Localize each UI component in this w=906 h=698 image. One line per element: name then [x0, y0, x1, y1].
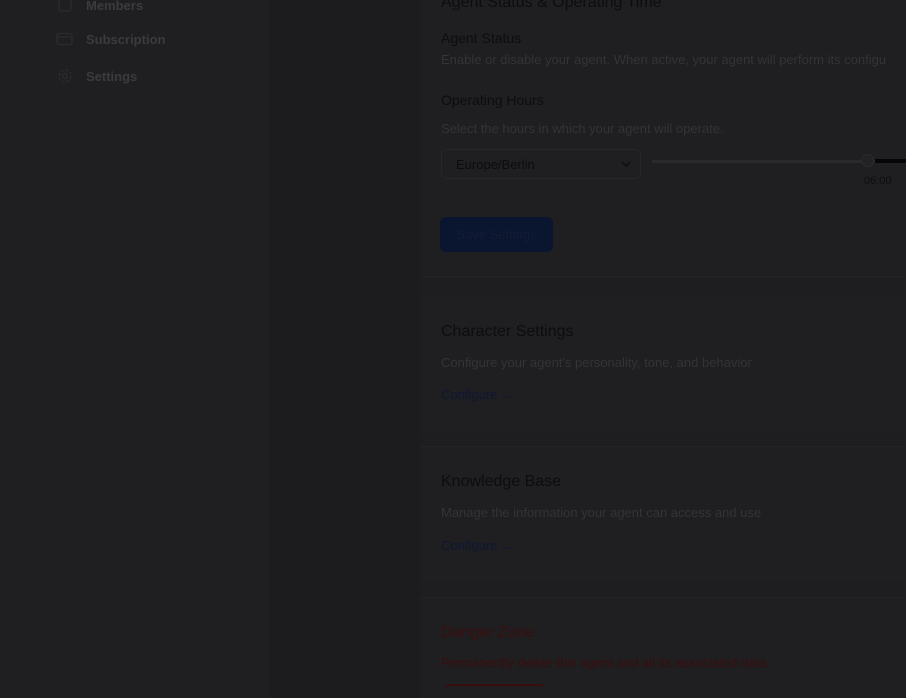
app-viewport: Members Subscription Settings Agent Stat…: [0, 0, 906, 698]
operating-hours-slider-thumb[interactable]: [861, 154, 874, 167]
members-icon: [56, 0, 73, 14]
character-section-description: Configure your agent's personality, tone…: [441, 355, 752, 370]
sidebar: Members Subscription Settings: [0, 0, 271, 698]
danger-section-description: Permanently delete this agent and all it…: [441, 655, 770, 670]
danger-card: [420, 598, 906, 698]
slider-value-label: 06:00: [864, 175, 892, 187]
sidebar-item-label: Subscription: [86, 31, 166, 47]
status-section-title: Agent Status & Operating Time: [441, 0, 662, 11]
sidebar-item-label: Members: [86, 0, 144, 13]
operating-hours-description: Select the hours in which your agent wil…: [441, 121, 724, 136]
delete-agent-button[interactable]: [444, 684, 546, 698]
knowledge-section-title: Knowledge Base: [441, 473, 562, 490]
sidebar-item-settings[interactable]: Settings: [56, 65, 137, 87]
gear-icon: [56, 68, 73, 85]
chevron-down-icon: [620, 158, 632, 173]
sidebar-item-members[interactable]: Members: [56, 0, 143, 16]
sidebar-item-subscription[interactable]: Subscription: [56, 28, 165, 50]
knowledge-configure-link[interactable]: Configure →: [441, 538, 514, 553]
section-divider: [420, 276, 906, 277]
sidebar-item-label: Settings: [86, 68, 138, 84]
operating-hours-label: Operating Hours: [441, 92, 544, 108]
knowledge-section-description: Manage the information your agent can ac…: [441, 505, 762, 520]
character-section-title: Character Settings: [441, 323, 574, 340]
agent-status-description: Enable or disable your agent. When activ…: [441, 52, 887, 67]
save-settings-button[interactable]: Save Settings: [440, 217, 553, 252]
agent-status-label: Agent Status: [441, 30, 522, 46]
danger-section-title: Danger Zone: [441, 624, 535, 641]
character-configure-link[interactable]: Configure →: [441, 387, 514, 402]
timezone-select-value: Europe/Berlin: [456, 156, 535, 172]
credit-card-icon: [56, 31, 73, 48]
timezone-select[interactable]: Europe/Berlin: [441, 149, 641, 179]
content-gutter: [270, 0, 420, 698]
operating-hours-slider-range: [875, 159, 906, 163]
